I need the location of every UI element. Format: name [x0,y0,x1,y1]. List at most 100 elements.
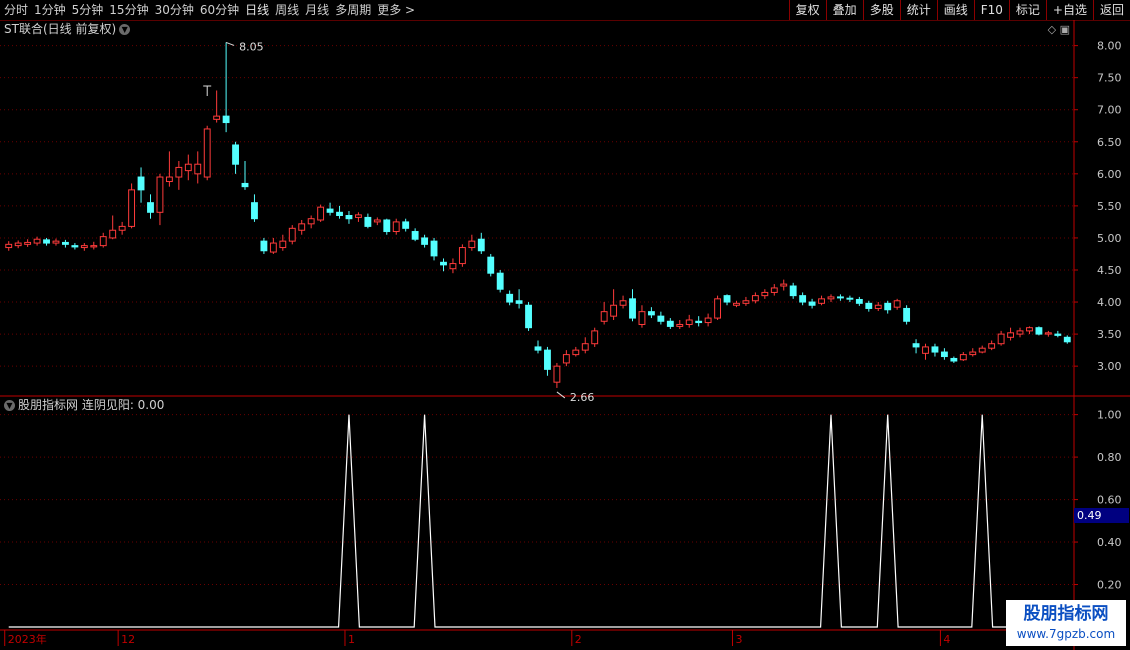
candle-up [317,206,325,221]
candle-up [978,347,986,353]
candle-down [865,302,873,309]
candle-down [487,256,495,274]
watermark-title: 股朋指标网 [1023,604,1109,624]
candle-down [43,239,50,244]
time-label: 2 [575,633,582,646]
candle-down [1054,333,1062,336]
candle-up [714,298,722,319]
high-price-label: 8.05 [239,40,264,53]
candle-down [657,315,665,322]
candle-up [165,176,173,183]
candle-up [780,283,788,287]
candle-down [383,219,391,233]
candle-down [789,285,797,297]
chevron-down-icon[interactable]: ▼ [4,400,15,411]
kline-chart: 8.00 7.50 7.00 6.50 6.00 5.50 5.00 4.50 4.00 3.50… [0,20,1130,650]
candle-up [619,300,627,306]
candle-down [695,320,703,324]
candle-down [336,211,343,217]
candle-down [525,304,532,329]
t-marker [203,85,212,96]
candle-down [629,298,636,319]
candle-down [402,221,410,229]
candle-down [1035,327,1043,335]
candle-down [884,302,892,311]
candle-up [1007,332,1014,338]
candle-up [52,240,60,244]
candle-up [1044,332,1052,335]
candle-up [279,240,287,249]
high-marker [225,41,235,46]
candle-down [411,231,419,240]
candle-up [203,128,211,178]
candle-up [733,302,740,306]
candle-up [307,218,315,225]
watermark-logo: 股朋指标网 www.7gpzb.com [1006,600,1126,646]
candle-up [553,365,561,383]
candle-down [430,240,438,257]
candle-up [922,346,929,354]
candle-up [742,300,750,304]
candle-up [99,236,107,247]
candle-up [638,311,646,325]
candle-down [241,182,249,188]
candle-down [232,144,239,165]
candle-up [175,166,183,178]
candle-up [591,330,599,345]
candle-up [128,189,136,227]
candle-down [62,241,69,245]
candle-up [770,287,778,293]
candle-down [147,202,154,213]
candle-down [421,237,429,245]
candle-up [468,240,476,249]
price-tick-label: 6.50 [1097,136,1122,149]
candle-up [33,238,41,244]
candle-up [761,291,769,297]
candle-down [1063,336,1071,343]
candle-up [90,245,98,248]
candle-up [704,317,712,324]
time-label: 2023年 [8,632,47,646]
candle-down [477,238,485,252]
candle-down [251,202,258,220]
candle-down [799,295,807,303]
candle-down [808,301,816,306]
candle-down [846,297,854,300]
indicator-tick-label: 0.20 [1097,579,1122,592]
candle-up [14,242,22,247]
candle-down [260,240,268,252]
price-tick-label: 5.00 [1097,232,1122,245]
candle-up [24,241,32,245]
indicator-tick-label: 1.00 [1097,409,1122,422]
candle-up [751,295,759,302]
candle-down [496,272,504,290]
time-label: 1 [348,633,355,646]
candle-up [572,349,580,356]
candle-down [71,245,79,248]
candle-down [647,311,655,316]
current-value-badge: 0.49 [1074,508,1129,523]
candle-up [685,319,693,325]
watermark-url: www.7gpzb.com [1016,627,1116,641]
candle-up [269,242,277,253]
indicator-tick-label: 0.60 [1097,494,1122,507]
candle-down [912,343,920,348]
candle-up [118,225,126,231]
price-tick-label: 3.50 [1097,328,1122,341]
price-tick-label: 7.50 [1097,72,1122,85]
candle-down [723,295,731,303]
candle-up [893,300,901,308]
candle-up [610,304,618,317]
candle-down [515,300,523,304]
candle-up [194,163,202,175]
candle-down [666,320,674,327]
candle-up [373,219,381,223]
candle-up [184,163,192,172]
candle-down [222,115,230,124]
price-tick-label: 3.00 [1097,360,1122,373]
candle-up [354,214,362,218]
candle-up [818,298,825,304]
candle-down [855,298,863,304]
price-tick-label: 4.50 [1097,264,1122,277]
time-label: 4 [943,633,950,646]
